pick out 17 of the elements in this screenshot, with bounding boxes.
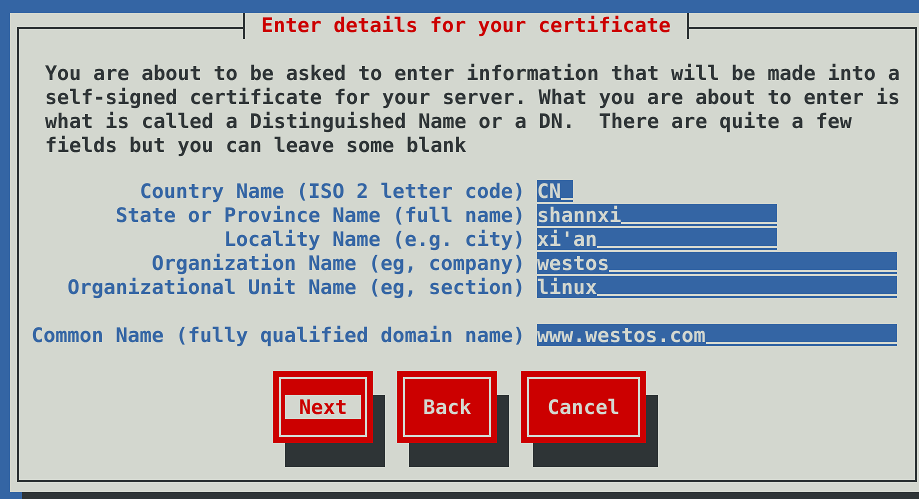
text-field[interactable]: xi'an (537, 228, 777, 250)
field-label: Locality Name (e.g. city) (222, 228, 525, 250)
field-label: Common Name (fully qualified domain name) (30, 324, 525, 346)
text-field[interactable]: CN (537, 180, 573, 202)
field-label: Country Name (ISO 2 letter code) (138, 180, 525, 202)
dialog-title: Enter details for your certificate (243, 13, 689, 39)
text-field[interactable]: westos (537, 252, 897, 274)
text-field[interactable]: linux (537, 276, 897, 298)
field-label: State or Province Name (full name) (114, 204, 525, 226)
text-field[interactable]: shannxi (537, 204, 777, 226)
field-label: Organization Name (eg, company) (150, 252, 525, 274)
wizard-button[interactable]: Cancel (521, 371, 646, 443)
wizard-button[interactable]: Next (273, 371, 374, 443)
text-field[interactable]: www.westos.com (537, 324, 897, 346)
wizard-button[interactable]: Back (397, 371, 498, 443)
field-label: Organizational Unit Name (eg, section) (66, 276, 525, 298)
intro-paragraph: You are about to be asked to enter information that will be made into a self-signed certificate for your server. What you are about to enter is what is called a Distinguished Name or a DN. There are quite a few fields but you can leave some blank (45, 61, 901, 157)
